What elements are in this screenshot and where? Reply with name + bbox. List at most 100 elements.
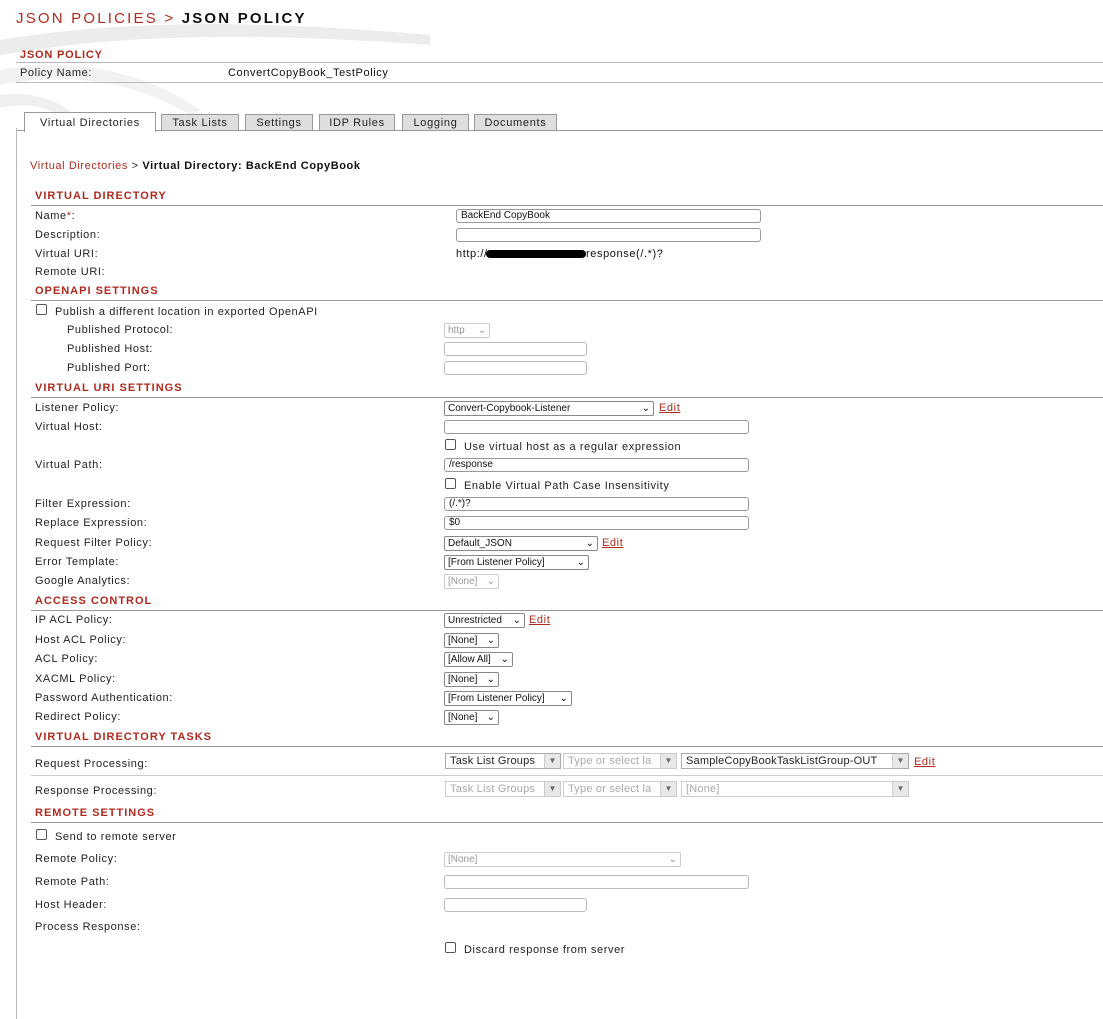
request-filter-label: Request Filter Policy: — [35, 537, 153, 549]
virtual-host-regex-checkbox[interactable] — [445, 439, 456, 450]
chevron-down-icon: ⌄ — [477, 325, 486, 336]
send-remote-label: Send to remote server — [55, 831, 177, 843]
section-virtual-directory: VIRTUAL DIRECTORY — [31, 187, 1103, 206]
chevron-down-icon: ⌄ — [486, 674, 495, 685]
chevron-down-icon: ⌄ — [576, 557, 585, 568]
error-template-label: Error Template: — [35, 556, 119, 568]
chevron-down-icon: ⌄ — [500, 654, 509, 665]
listener-policy-edit-link[interactable]: Edit — [659, 402, 680, 414]
response-task-group-value: [None] — [686, 783, 720, 795]
remote-path-label: Remote Path: — [35, 876, 110, 888]
redirect-policy-select[interactable]: [None] ⌄ — [444, 710, 499, 725]
virtual-path-label: Virtual Path: — [35, 459, 103, 471]
name-input[interactable]: BackEnd CopyBook — [456, 209, 761, 223]
replace-expression-label: Replace Expression: — [35, 517, 148, 529]
listener-policy-select[interactable]: Convert-Copybook-Listener ⌄ — [444, 401, 654, 416]
google-analytics-select[interactable]: [None] ⌄ — [444, 574, 499, 589]
name-label: Name*: — [35, 210, 75, 222]
request-processing-edit-link[interactable]: Edit — [914, 756, 935, 768]
error-template-select[interactable]: [From Listener Policy] ⌄ — [444, 555, 589, 570]
section-title: ACCESS CONTROL — [35, 595, 153, 607]
breadcrumb-virtual-directories-link[interactable]: Virtual Directories — [30, 160, 128, 172]
remote-policy-select[interactable]: [None] ⌄ — [444, 852, 681, 867]
response-task-group-combo[interactable]: [None] ▼ — [681, 781, 909, 797]
tab-virtual-directories[interactable]: Virtual Directories — [24, 112, 156, 132]
chevron-down-icon: ▼ — [892, 782, 908, 796]
chevron-down-icon: ⌄ — [641, 403, 650, 414]
discard-response-checkbox[interactable] — [445, 942, 456, 953]
chevron-down-icon: ▼ — [544, 754, 560, 768]
page-left-border — [16, 128, 17, 1019]
host-header-label: Host Header: — [35, 899, 108, 911]
response-task-type-combo[interactable]: Task List Groups ▼ — [445, 781, 561, 797]
case-insensitivity-checkbox[interactable] — [445, 478, 456, 489]
host-header-input[interactable] — [444, 898, 587, 912]
acl-policy-select[interactable]: [Allow All] ⌄ — [444, 652, 513, 667]
response-task-label-placeholder: Type or select la — [568, 783, 652, 795]
policy-name-row: Policy Name: ConvertCopyBook_TestPolicy — [16, 64, 1103, 83]
policy-section-title: JSON POLICY — [20, 49, 103, 61]
ip-acl-select[interactable]: Unrestricted ⌄ — [444, 613, 525, 628]
tab-logging[interactable]: Logging — [402, 114, 469, 131]
tab-settings[interactable]: Settings — [245, 114, 313, 131]
request-task-group-combo[interactable]: SampleCopyBookTaskListGroup-OUT ▼ — [681, 753, 909, 769]
request-task-type-value: Task List Groups — [450, 755, 536, 767]
password-auth-label: Password Authentication: — [35, 692, 173, 704]
tab-documents[interactable]: Documents — [474, 114, 557, 131]
acl-policy-label: ACL Policy: — [35, 653, 99, 665]
send-remote-checkbox[interactable] — [36, 829, 47, 840]
published-protocol-select[interactable]: http ⌄ — [444, 323, 490, 338]
policy-name-label: Policy Name: — [20, 67, 92, 79]
virtual-uri-label: Virtual URI: — [35, 248, 99, 260]
virtual-host-regex-label: Use virtual host as a regular expression — [464, 441, 682, 453]
chevron-down-icon: ⌄ — [512, 615, 521, 626]
listener-policy-label: Listener Policy: — [35, 402, 120, 414]
breadcrumb-current: Virtual Directory: BackEnd CopyBook — [142, 160, 361, 172]
host-acl-select[interactable]: [None] ⌄ — [444, 633, 499, 648]
filter-expression-input[interactable]: (/.*)? — [444, 497, 749, 511]
response-processing-label: Response Processing: — [35, 785, 158, 797]
request-task-type-combo[interactable]: Task List Groups ▼ — [445, 753, 561, 769]
redacted-host-mark — [486, 250, 586, 258]
breadcrumb-current: JSON POLICY — [181, 10, 307, 27]
remote-path-input[interactable] — [444, 875, 749, 889]
password-auth-value: [From Listener Policy] — [448, 693, 545, 704]
tasks-divider — [31, 775, 1103, 776]
virtual-uri-prefix: http:// — [456, 248, 488, 260]
section-openapi-settings: OPENAPI SETTINGS — [31, 282, 1103, 301]
virtual-path-input[interactable]: /response — [444, 458, 749, 472]
published-host-input[interactable] — [444, 342, 587, 356]
description-input[interactable] — [456, 228, 761, 242]
virtual-host-input[interactable] — [444, 420, 749, 434]
publish-location-checkbox[interactable] — [36, 304, 47, 315]
publish-location-label: Publish a different location in exported… — [55, 306, 318, 318]
ip-acl-edit-link[interactable]: Edit — [529, 614, 550, 626]
response-task-label-combo[interactable]: Type or select la ▼ — [563, 781, 677, 797]
chevron-down-icon: ⌄ — [486, 712, 495, 723]
request-filter-edit-link[interactable]: Edit — [602, 537, 623, 549]
chevron-down-icon: ▼ — [660, 782, 676, 796]
published-port-label: Published Port: — [67, 362, 151, 374]
chevron-down-icon: ▼ — [544, 782, 560, 796]
redirect-policy-label: Redirect Policy: — [35, 711, 122, 723]
host-acl-value: [None] — [448, 635, 478, 646]
chevron-down-icon: ⌄ — [559, 693, 568, 704]
policy-name-value: ConvertCopyBook_TestPolicy — [228, 67, 389, 79]
tab-task-lists[interactable]: Task Lists — [161, 114, 239, 131]
request-task-label-combo[interactable]: Type or select la ▼ — [563, 753, 677, 769]
breadcrumb-separator: > — [131, 160, 139, 172]
replace-expression-input[interactable]: $0 — [444, 516, 749, 530]
google-analytics-value: [None] — [448, 576, 478, 587]
breadcrumb-json-policies-link[interactable]: JSON POLICIES — [16, 10, 158, 27]
password-auth-select[interactable]: [From Listener Policy] ⌄ — [444, 691, 572, 706]
tab-idp-rules[interactable]: IDP Rules — [319, 114, 395, 131]
published-host-label: Published Host: — [67, 343, 154, 355]
request-filter-select[interactable]: Default_JSON ⌄ — [444, 536, 598, 551]
published-port-input[interactable] — [444, 361, 587, 375]
xacml-policy-select[interactable]: [None] ⌄ — [444, 672, 499, 687]
request-task-group-value: SampleCopyBookTaskListGroup-OUT — [686, 755, 878, 767]
request-task-label-placeholder: Type or select la — [568, 755, 652, 767]
chevron-down-icon: ▼ — [660, 754, 676, 768]
section-title: VIRTUAL DIRECTORY — [35, 190, 167, 202]
chevron-down-icon: ⌄ — [585, 538, 594, 549]
